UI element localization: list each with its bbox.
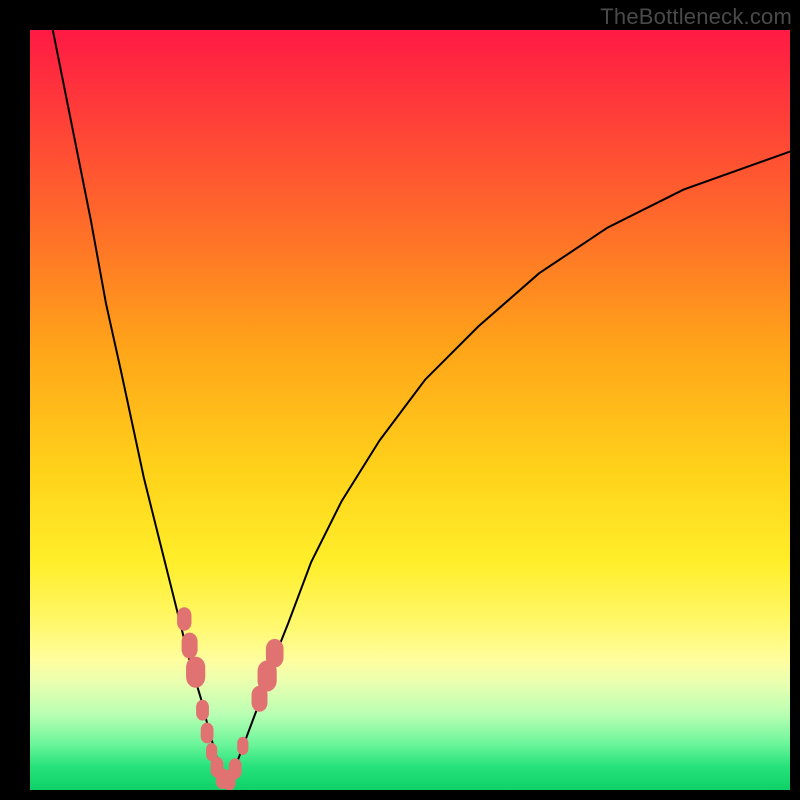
curve-marker	[182, 633, 198, 659]
watermark-text: TheBottleneck.com	[600, 4, 792, 30]
curve-marker	[186, 657, 205, 688]
chart-frame: TheBottleneck.com	[0, 0, 800, 800]
curve-marker	[177, 607, 191, 630]
curve-marker	[229, 758, 242, 779]
curve-marker	[237, 737, 248, 755]
curve-markers	[177, 607, 283, 790]
curve-right	[225, 152, 790, 787]
curve-marker	[196, 700, 209, 721]
plot-area	[30, 30, 790, 790]
curve-marker	[266, 639, 284, 668]
curve-marker	[201, 723, 214, 744]
bottleneck-curve-svg	[30, 30, 790, 790]
